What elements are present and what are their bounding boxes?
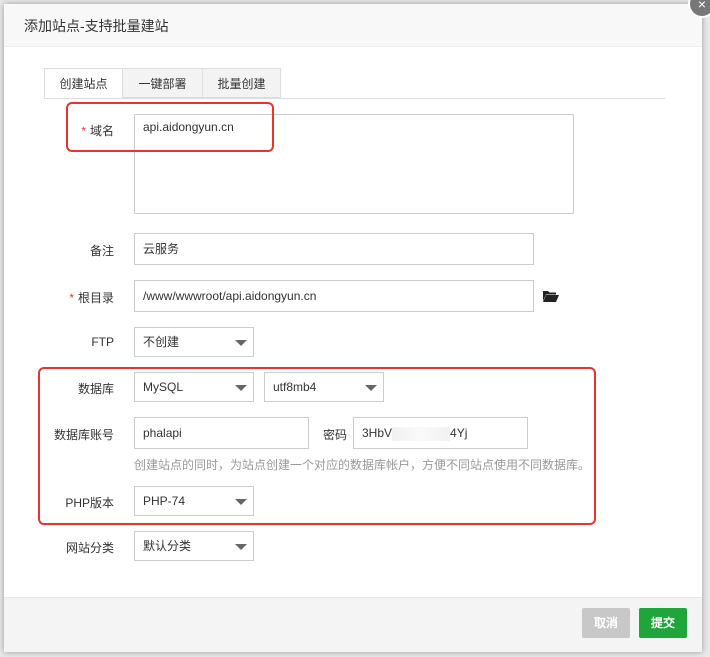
site-category-value: 默认分类 bbox=[143, 539, 192, 553]
remark-input[interactable]: 云服务 bbox=[134, 233, 534, 265]
highlight-box-database bbox=[38, 367, 596, 525]
tab-one-click-deploy[interactable]: 一键部署 bbox=[122, 68, 203, 98]
tab-create-site[interactable]: 创建站点 bbox=[44, 68, 123, 98]
highlight-box-domain bbox=[66, 102, 274, 152]
ftp-select-value: 不创建 bbox=[143, 335, 180, 349]
chevron-down-icon bbox=[235, 544, 247, 550]
site-category-label: 网站分类 bbox=[65, 541, 114, 555]
tab-bar: 创建站点 一键部署 批量创建 bbox=[44, 68, 665, 99]
site-category-select[interactable]: 默认分类 bbox=[134, 531, 254, 561]
ftp-label: FTP bbox=[91, 335, 114, 349]
chevron-down-icon bbox=[235, 340, 247, 346]
dialog-header: 添加站点-支持批量建站 bbox=[4, 4, 702, 47]
submit-button[interactable]: 提交 bbox=[639, 608, 688, 638]
folder-open-icon[interactable] bbox=[543, 290, 559, 302]
dialog-footer: 取消 提交 bbox=[4, 597, 702, 652]
remark-label: 备注 bbox=[89, 244, 114, 258]
cancel-button[interactable]: 取消 bbox=[582, 608, 631, 638]
dialog-title: 添加站点-支持批量建站 bbox=[24, 18, 169, 34]
add-site-dialog: 添加站点-支持批量建站 创建站点 一键部署 批量创建 * 域名 api.aidon… bbox=[4, 4, 702, 652]
ftp-select[interactable]: 不创建 bbox=[134, 327, 254, 357]
root-dir-input[interactable]: /www/wwwroot/api.aidongyun.cn bbox=[134, 280, 534, 312]
tab-batch-create[interactable]: 批量创建 bbox=[202, 68, 281, 98]
root-label: * 根目录 bbox=[69, 291, 114, 305]
